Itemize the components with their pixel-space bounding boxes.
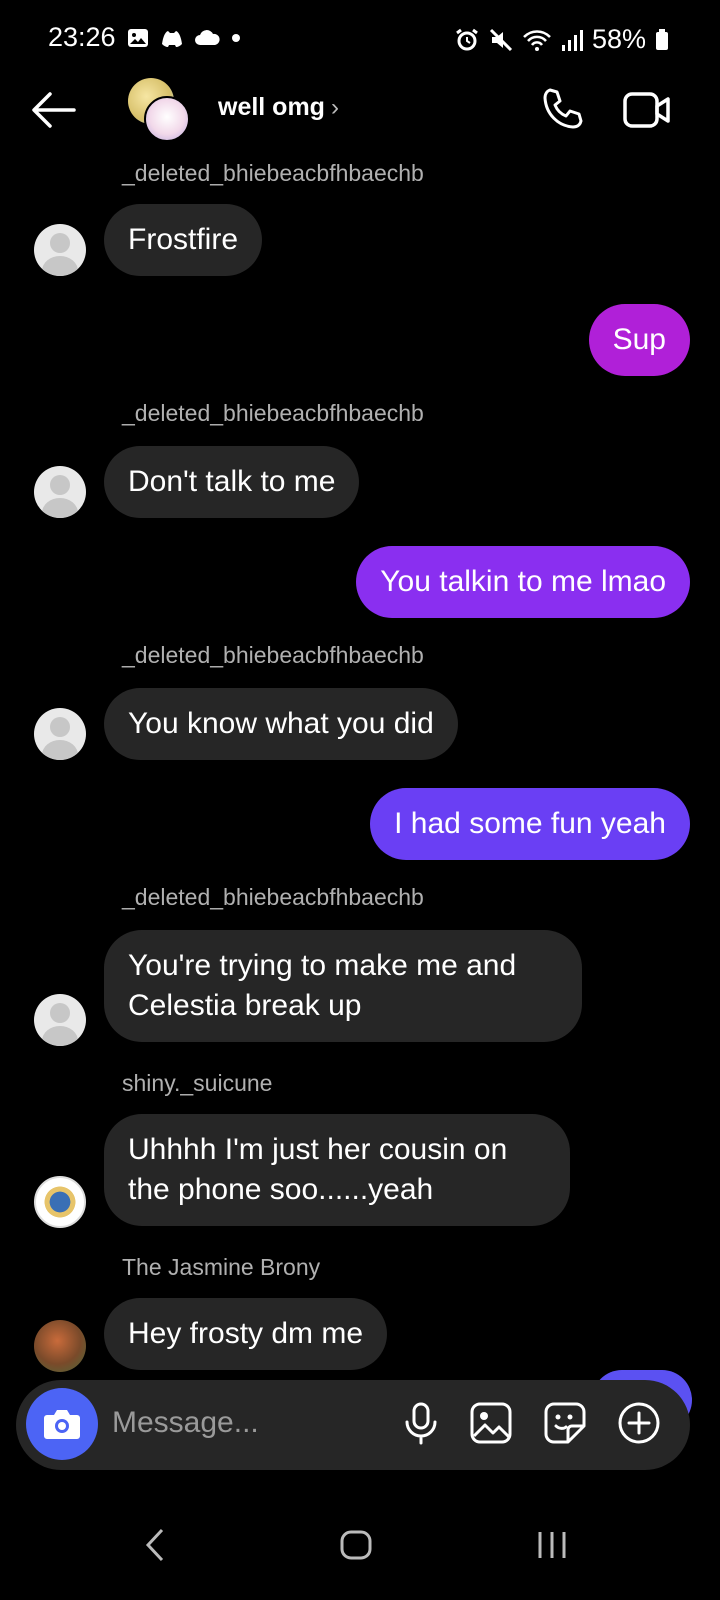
image-icon[interactable] [468, 1400, 514, 1446]
avatar[interactable] [34, 466, 86, 518]
group-avatar[interactable] [128, 78, 192, 142]
cloud-icon [195, 30, 220, 45]
system-status: 58% [454, 24, 670, 55]
incoming-message-bubble[interactable]: Hey frosty dm me [104, 1298, 388, 1370]
message-sender: The Jasmine Brony [122, 1254, 321, 1280]
outgoing-message-bubble[interactable]: You talkin to me lmao [356, 546, 690, 618]
dot-icon [232, 34, 240, 42]
battery-icon [656, 28, 668, 50]
chat-header: well omg › [0, 76, 720, 146]
message-sender: _deleted_bhiebeacbfhbaechb [122, 884, 424, 910]
chat-title[interactable]: well omg › [218, 93, 339, 122]
message-sender: _deleted_bhiebeacbfhbaechb [122, 160, 424, 186]
message-input[interactable]: Message... [112, 1406, 259, 1440]
status-bar: 23:26 58% [0, 0, 720, 80]
sticker-icon[interactable] [542, 1400, 588, 1446]
chevron-right-icon: › [330, 93, 339, 121]
mute-icon [489, 28, 513, 51]
incoming-message-bubble[interactable]: You know what you did [104, 688, 458, 760]
alarm-icon [456, 28, 478, 50]
gallery-notification-icon [128, 29, 148, 47]
avatar[interactable] [34, 1320, 86, 1372]
avatar[interactable] [34, 994, 86, 1046]
chat-title-text: well omg [218, 93, 325, 121]
message-sender: shiny._suicune [122, 1070, 273, 1096]
incoming-message-bubble[interactable]: You're trying to make me and Celestia br… [104, 930, 582, 1042]
outgoing-message-bubble[interactable]: I had some fun yeah [370, 788, 690, 860]
incoming-message-bubble[interactable]: Uhhhh I'm just her cousin on the phone s… [104, 1114, 570, 1226]
nav-back-icon[interactable] [140, 1520, 170, 1570]
avatar[interactable] [34, 708, 86, 760]
camera-button[interactable] [26, 1388, 98, 1460]
avatar[interactable] [34, 224, 86, 276]
notification-icons [126, 26, 242, 50]
wifi-icon [523, 29, 551, 51]
incoming-message-bubble[interactable]: Frostfire [104, 204, 263, 276]
discord-notification-icon [162, 31, 182, 47]
video-camera-icon[interactable] [622, 90, 672, 130]
plus-circle-icon[interactable] [616, 1400, 662, 1446]
avatar[interactable] [34, 1176, 86, 1228]
battery-percent: 58% [591, 24, 646, 54]
message-composer: Message... [16, 1380, 690, 1470]
outgoing-message-bubble[interactable]: Sup [588, 304, 690, 376]
group-avatar-secondary [144, 96, 190, 142]
camera-icon [44, 1410, 80, 1439]
phone-icon[interactable] [540, 86, 586, 132]
message-sender: _deleted_bhiebeacbfhbaechb [122, 400, 424, 426]
incoming-message-bubble[interactable]: Don't talk to me [104, 446, 360, 518]
back-arrow-icon[interactable] [30, 90, 76, 130]
nav-recents-icon[interactable] [532, 1520, 572, 1570]
signal-icon [561, 29, 583, 51]
message-sender: _deleted_bhiebeacbfhbaechb [122, 642, 424, 668]
microphone-icon[interactable] [398, 1400, 444, 1446]
system-navigation-bar [0, 1500, 720, 1600]
status-time: 23:26 [48, 22, 116, 52]
nav-home-icon[interactable] [336, 1520, 376, 1570]
